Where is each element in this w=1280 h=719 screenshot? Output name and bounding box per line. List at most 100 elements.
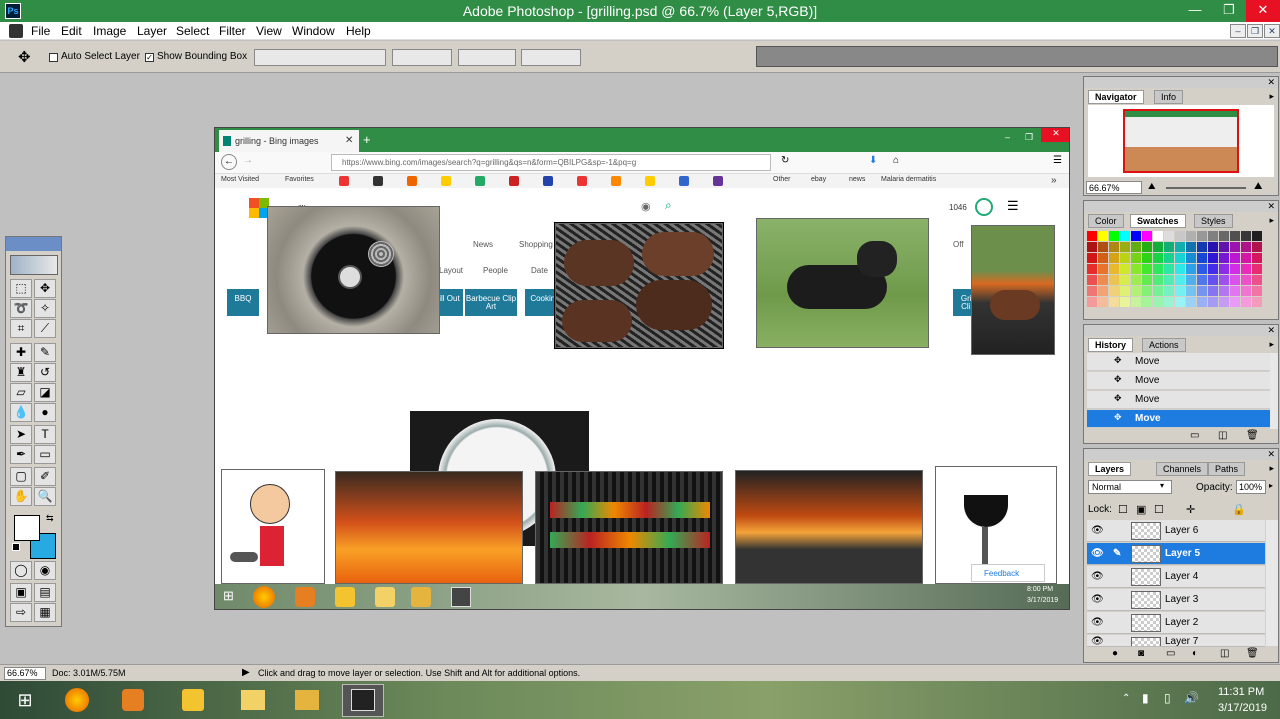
rectangle-tool-icon[interactable]: ▭ <box>34 445 56 464</box>
panel-close-icon[interactable]: ✕ <box>1267 325 1275 336</box>
crop-tool-icon[interactable]: ⌗ <box>10 319 32 338</box>
panel-header[interactable] <box>1084 449 1278 460</box>
bookmarks-overflow-icon[interactable]: » <box>1051 175 1057 186</box>
color-swatch[interactable] <box>1241 275 1251 285</box>
close-button[interactable]: ✕ <box>1246 0 1280 22</box>
reload-icon[interactable]: ↻ <box>781 155 789 166</box>
paint-bucket-tool-icon[interactable]: ◪ <box>34 383 56 402</box>
distribute-buttons-group-3[interactable] <box>521 49 581 66</box>
nav-shopping[interactable]: Shopping <box>519 240 553 249</box>
eye-icon[interactable]: 👁 <box>1091 636 1104 646</box>
color-swatch[interactable] <box>1087 297 1097 307</box>
quick-mask-mode-icon[interactable]: ◉ <box>34 561 56 580</box>
color-swatch[interactable] <box>1109 242 1119 252</box>
bookmark-icon[interactable] <box>407 176 417 186</box>
color-swatch[interactable] <box>1175 231 1185 241</box>
trash-icon[interactable]: 🗑 <box>1246 648 1259 659</box>
kebabs-image[interactable] <box>535 471 723 584</box>
layer-row[interactable]: 👁 Layer 6 <box>1087 520 1265 542</box>
color-swatch[interactable] <box>1208 297 1218 307</box>
color-swatch[interactable] <box>1087 242 1097 252</box>
color-swatch[interactable] <box>1208 253 1218 263</box>
new-tab-icon[interactable]: + <box>363 132 371 147</box>
color-swatch[interactable] <box>1120 297 1130 307</box>
color-swatch[interactable] <box>1120 275 1130 285</box>
move-tool-icon[interactable]: ✥ <box>34 279 56 298</box>
zoom-tool-icon[interactable]: 🔍 <box>34 487 56 506</box>
color-swatch[interactable] <box>1186 275 1196 285</box>
color-swatch[interactable] <box>1197 231 1207 241</box>
eye-icon[interactable]: 👁 <box>1091 617 1104 628</box>
color-swatch[interactable] <box>1087 286 1097 296</box>
color-swatch[interactable] <box>1186 297 1196 307</box>
color-swatch[interactable] <box>1164 231 1174 241</box>
adobe-online-icon[interactable] <box>10 255 58 275</box>
bookmark-icon[interactable] <box>441 176 451 186</box>
hand-tool-icon[interactable]: ✋ <box>10 487 32 506</box>
color-swatch[interactable] <box>1230 286 1240 296</box>
tray-overflow-icon[interactable]: ⌃ <box>1122 693 1130 704</box>
tab-actions[interactable]: Actions <box>1142 338 1186 352</box>
color-swatch[interactable] <box>1142 297 1152 307</box>
menu-image[interactable]: Image <box>93 24 126 38</box>
color-swatch[interactable] <box>1109 297 1119 307</box>
menu-help[interactable]: Help <box>346 24 371 38</box>
chip-barbecue-clip-art[interactable]: Barbecue Clip Art <box>465 289 517 316</box>
tab-channels[interactable]: Channels <box>1156 462 1209 476</box>
color-swatch[interactable] <box>1175 286 1185 296</box>
filter-people[interactable]: People <box>483 266 508 275</box>
eye-icon[interactable]: 👁 <box>1091 548 1104 559</box>
opacity-slider-icon[interactable]: ▸ <box>1269 481 1273 490</box>
color-swatch[interactable] <box>1131 297 1141 307</box>
slice-tool-icon[interactable]: ⟋ <box>34 319 56 338</box>
layer-row[interactable]: 👁 Layer 3 <box>1087 589 1265 611</box>
new-set-icon[interactable]: ▭ <box>1166 648 1175 659</box>
move-tool-icon[interactable]: ✥ <box>18 48 31 66</box>
color-swatch[interactable] <box>1252 242 1262 252</box>
tab-swatches[interactable]: Swatches <box>1130 214 1186 228</box>
menu-layer[interactable]: Layer <box>137 24 167 38</box>
doc-close-button[interactable]: ✕ <box>1264 24 1280 38</box>
color-swatch[interactable] <box>1142 253 1152 263</box>
forward-icon[interactable]: → <box>243 155 253 166</box>
kettle-grill-image[interactable] <box>267 206 440 334</box>
color-swatch[interactable] <box>1164 242 1174 252</box>
color-swatch[interactable] <box>1175 275 1185 285</box>
lock-image-icon[interactable]: ▣ <box>1136 503 1146 516</box>
download-icon[interactable]: ⬇ <box>869 155 877 166</box>
color-swatch[interactable] <box>1252 275 1262 285</box>
menu-view[interactable]: View <box>256 24 282 38</box>
color-swatch[interactable] <box>1175 264 1185 274</box>
burn-tool-icon[interactable]: ● <box>34 403 56 422</box>
panel-menu-icon[interactable]: ▸ <box>1269 339 1274 350</box>
hamburger-menu-icon[interactable]: ☰ <box>1007 198 1019 214</box>
document-canvas[interactable]: grilling - Bing images ✕ + – ❐ ✕ ← → htt… <box>214 127 1070 610</box>
color-swatch[interactable] <box>1219 286 1229 296</box>
tab-navigator[interactable]: Navigator <box>1088 90 1144 104</box>
color-swatch[interactable] <box>1252 231 1262 241</box>
battery-icon[interactable]: ▯ <box>1164 691 1171 705</box>
bookmark-malaria[interactable]: Malaria dermatitis <box>881 176 936 183</box>
panel-menu-icon[interactable]: ▸ <box>1269 91 1274 102</box>
color-swatch[interactable] <box>1241 264 1251 274</box>
opacity-field[interactable]: 100% <box>1236 480 1266 494</box>
color-swatch[interactable] <box>1164 286 1174 296</box>
layer-mask-icon[interactable]: ◙ <box>1138 648 1144 659</box>
color-swatch[interactable] <box>1241 231 1251 241</box>
color-swatch[interactable] <box>1098 242 1108 252</box>
marquee-tool-icon[interactable]: ⬚ <box>10 279 32 298</box>
color-swatch[interactable] <box>1142 264 1152 274</box>
new-snapshot-icon[interactable]: ◫ <box>1218 430 1227 441</box>
color-swatch[interactable] <box>1208 286 1218 296</box>
eye-icon[interactable]: 👁 <box>1091 594 1104 605</box>
color-swatch[interactable] <box>1208 264 1218 274</box>
zoom-out-icon[interactable]: ⛰ <box>1148 181 1156 192</box>
color-swatch[interactable] <box>1142 275 1152 285</box>
color-swatch[interactable] <box>1098 264 1108 274</box>
filter-date[interactable]: Date <box>531 266 548 275</box>
panel-menu-icon[interactable]: ▸ <box>1269 463 1274 474</box>
standard-mode-icon[interactable]: ◯ <box>10 561 32 580</box>
magic-wand-tool-icon[interactable]: ✧ <box>34 299 56 318</box>
nav-news[interactable]: News <box>473 240 493 249</box>
color-swatch[interactable] <box>1098 253 1108 263</box>
